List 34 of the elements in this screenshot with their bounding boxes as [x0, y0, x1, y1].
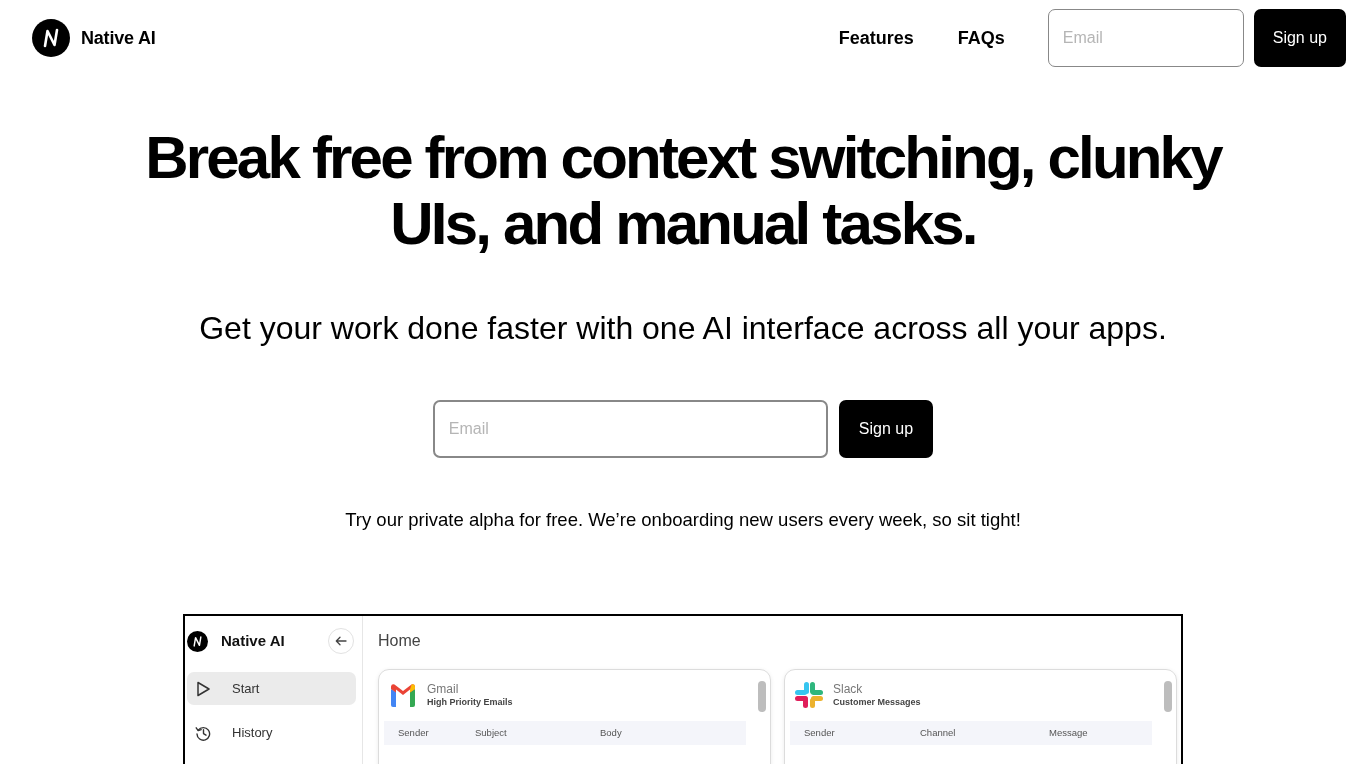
column-header: Sender: [398, 725, 430, 740]
card-title: Gmail: [427, 681, 460, 696]
m-logo-icon: [388, 681, 418, 709]
logo-icon: [32, 19, 70, 57]
hash-logo-icon: [794, 681, 824, 709]
column-header: Channel: [920, 725, 957, 740]
card-title: Slack: [833, 681, 864, 696]
sidebar-item[interactable]: Start: [187, 672, 356, 705]
column-header: Sender: [804, 725, 836, 740]
nav-link[interactable]: Features: [838, 24, 914, 52]
alpha-note: Try our private alpha for free. We’re onboarding new users every week, so sit tight!: [344, 508, 1022, 532]
card-subtitle: Customer Messages: [833, 695, 921, 709]
column-header: Message: [1049, 725, 1089, 740]
column-header: Subject: [475, 725, 508, 740]
email-field[interactable]: Email: [432, 400, 828, 458]
page-title: Home: [378, 631, 422, 651]
sidebar-item[interactable]: History: [187, 716, 356, 749]
subheadline: Get your work done faster with one AI interface across all your apps.: [198, 310, 1168, 346]
brand-name: Native AI: [81, 26, 156, 50]
left-arrow-icon: [335, 635, 347, 647]
nav-link[interactable]: FAQs: [957, 24, 1005, 52]
email-field[interactable]: Email: [1047, 9, 1244, 67]
play-icon: [195, 680, 211, 697]
app-brand-name: Native AI: [221, 630, 285, 651]
sign-up-button[interactable]: Sign up: [838, 400, 934, 458]
logo-icon: [187, 630, 208, 652]
history-icon: [195, 724, 211, 741]
scrollbar[interactable]: [1164, 681, 1172, 712]
column-header: Body: [600, 725, 623, 740]
headline: Break free from context switching, clunky UIs, and manual tasks.: [144, 125, 1223, 257]
collapse-button[interactable]: [328, 628, 354, 654]
card-subtitle: High Priority Emails: [427, 695, 513, 709]
scrollbar[interactable]: [758, 681, 766, 712]
sign-up-button[interactable]: Sign up: [1253, 9, 1346, 67]
